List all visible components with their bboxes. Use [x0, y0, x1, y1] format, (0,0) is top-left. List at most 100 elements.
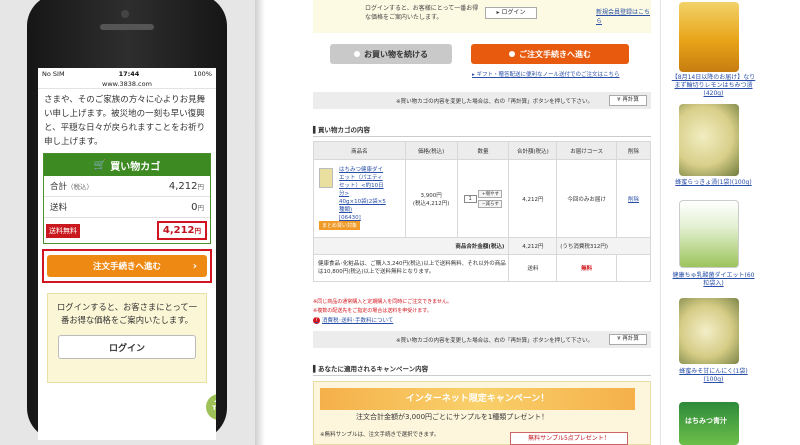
- cart-header: 🛒 買い物カゴ: [44, 154, 210, 176]
- divider-shadow: [255, 0, 265, 445]
- footnote: ※同じ商品の通常購入と定期購入を同時にご注文できません。: [313, 299, 452, 305]
- continue-shopping-button[interactable]: お買い物を続ける: [330, 44, 452, 64]
- shipping-note: 健康食品･化粧品は、ご購入3,240円(税込)以上で送料無料、それ以外の商品は1…: [312, 254, 510, 282]
- product-link[interactable]: 蜂蜜みそ甘にんにく(1袋)(100g): [671, 368, 756, 384]
- desktop-cart-page: ログインすると、お客様にとって一番お得な価格をご案内いたします。 ▸ ログイン …: [265, 0, 660, 445]
- campaign-subtitle: 注文合計金額が3,000円ごとにサンプルを1種類プレゼント！: [356, 413, 549, 421]
- total-row: 送料無料 4,212円: [44, 218, 210, 243]
- product-image[interactable]: [679, 200, 739, 268]
- campaign-box: インターネット限定キャンペーン！ 注文合計金額が3,000円ごとにサンプルを1種…: [313, 381, 651, 445]
- product-image[interactable]: [679, 2, 739, 72]
- column-header: 数量: [456, 141, 510, 160]
- bulk-buy-tag: まとめ買い対象: [319, 221, 361, 230]
- product-thumbnail[interactable]: [319, 168, 333, 188]
- login-notice: ログインすると、お客様にとって一番お得な価格をご案内いたします。 ▸ ログイン …: [313, 0, 651, 33]
- carrier-label: No SIM: [42, 70, 65, 78]
- cart-section-title: ▌買い物カゴの内容: [313, 124, 651, 137]
- register-link[interactable]: 新規会員登録はこちら: [596, 7, 651, 25]
- subtotal-row: 合計（税込） 4,212円: [44, 176, 210, 197]
- delete-link[interactable]: 削除: [628, 197, 639, 203]
- quantity-cell: 1 +増やす −減らす: [456, 159, 510, 238]
- table-header-row: 商品名 価格(税込) 数量 合計額(税込) お届けコース 削除: [313, 141, 651, 160]
- sum-row: 商品合計金額(税込) 4,212円 (うち消費税312円): [312, 237, 651, 255]
- empty-cell: [616, 254, 651, 282]
- column-header: 価格(税込): [404, 141, 458, 160]
- phone-screen: No SIM 17:44 100% www.3838.com さまや、そのご家族…: [38, 68, 216, 440]
- delete-cell: 削除: [616, 159, 651, 238]
- back-to-top-button[interactable]: TOP: [206, 394, 216, 420]
- checkout-button[interactable]: 注文手続きへ進む ›: [47, 255, 207, 277]
- speaker-grille: [100, 24, 154, 30]
- battery-indicator: 100%: [193, 70, 212, 78]
- checkout-highlight: 注文手続きへ進む ›: [42, 249, 212, 283]
- continue-label: お買い物を続ける: [364, 49, 428, 59]
- recalc-bar-bottom: ※買い物カゴの内容を変更した場合は、右の「再計算」ボタンを押して下さい。 ¥ 再…: [313, 331, 651, 348]
- product-sidebar: 【8月14日以降のお届け】なりまず輪切りレモンはちみつ漬(420g) 蜂蜜らっき…: [660, 0, 800, 445]
- cart-table: 商品名 価格(税込) 数量 合計額(税込) お届けコース 削除 はちみつ健康ダイ…: [312, 141, 651, 282]
- column-header: お届けコース: [556, 141, 618, 160]
- free-shipping-badge: 送料無料: [46, 223, 80, 238]
- increase-qty-button[interactable]: +増やす: [478, 189, 503, 198]
- column-header: 商品名: [313, 141, 406, 160]
- shipping-label: 送料: [50, 203, 68, 213]
- product-image[interactable]: [679, 104, 739, 176]
- recalc-button[interactable]: ¥ 再計算: [609, 95, 647, 106]
- address-bar[interactable]: www.3838.com: [38, 80, 216, 89]
- bullet-icon: [354, 51, 360, 57]
- recalc-button[interactable]: ¥ 再計算: [609, 334, 647, 345]
- campaign-banner: インターネット限定キャンペーン！: [320, 388, 635, 410]
- status-bar: No SIM 17:44 100%: [38, 68, 216, 80]
- recalc-bar-top: ※買い物カゴの内容を変更した場合は、右の「再計算」ボタンを押して下さい。 ¥ 再…: [313, 92, 651, 109]
- shipping-value: 無料: [556, 254, 618, 282]
- campaign-section-title: ▌あなたに適用されるキャンペーン内容: [313, 363, 651, 376]
- phone-frame: No SIM 17:44 100% www.3838.com さまや、そのご家族…: [27, 0, 227, 440]
- clock: 17:44: [118, 70, 140, 78]
- free-sample-badge: 無料サンプル5点プレゼント！: [510, 432, 628, 445]
- tax-shipping-link[interactable]: ? 消費税･送料･手数料について: [313, 316, 393, 324]
- checkout-label: 注文手続きへ進む: [92, 262, 161, 272]
- product-link[interactable]: 健康ちゅ乳酸菌ダイエット(60粒袋入): [671, 272, 756, 288]
- quantity-input[interactable]: 1: [463, 194, 477, 203]
- subtotal-label: 合計（税込）: [50, 182, 94, 192]
- column-header: 削除: [616, 141, 651, 160]
- shipping-row: 送料 0円: [44, 197, 210, 218]
- bullet-icon: [509, 51, 515, 57]
- intro-text: さまや、そのご家族の方々に心よりお見舞い申し上げます。被災地の一刻も早い復興と、…: [44, 95, 206, 147]
- column-header: 合計額(税込): [508, 141, 558, 160]
- gift-order-link[interactable]: ▸ ギフト・贈答配送に便利なノール送付でのご注文はこちら: [472, 70, 620, 78]
- product-package-label: はちみつ青汁: [685, 417, 727, 425]
- recalc-text: ※買い物カゴの内容を変更した場合は、右の「再計算」ボタンを押して下さい。: [396, 338, 593, 344]
- sum-tax: (うち消費税312円): [556, 237, 651, 255]
- sum-value: 4,212円: [508, 237, 558, 255]
- decrease-qty-button[interactable]: −減らす: [478, 199, 503, 208]
- question-icon: ?: [313, 316, 320, 324]
- cart-title: 買い物カゴ: [110, 161, 161, 173]
- login-note: ログインすると、お客さまにとって一番お得な価格をご案内いたします。: [56, 302, 198, 325]
- login-button[interactable]: ログイン: [58, 335, 196, 359]
- notice-login-button[interactable]: ▸ ログイン: [485, 7, 537, 19]
- proceed-checkout-button[interactable]: ご注文手続きへ進む: [471, 44, 629, 64]
- product-link[interactable]: 【8月14日以降のお届け】なりまず輪切りレモンはちみつ漬(420g): [671, 74, 756, 98]
- sum-label: 商品合計金額(税込): [312, 237, 510, 255]
- camera-icon: [121, 10, 129, 18]
- price-cell: 3,900円 (税込4,212円): [404, 159, 458, 238]
- campaign-note: ※無料サンプルは、注文手続きで選択できます。: [320, 432, 440, 438]
- proceed-label: ご注文手続きへ進む: [519, 49, 591, 59]
- product-link[interactable]: はちみつ健康ダイエット（パエティセット）<約10日分> 40g×10袋(2袋×5…: [339, 166, 387, 222]
- recalc-text: ※買い物カゴの内容を変更した場合は、右の「再計算」ボタンを押して下さい。: [396, 99, 593, 105]
- product-cell: はちみつ健康ダイエット（パエティセット）<約10日分> 40g×10袋(2袋×5…: [313, 159, 406, 238]
- shipping-label: 送料: [508, 254, 558, 282]
- table-row: はちみつ健康ダイエット（パエティセット）<約10日分> 40g×10袋(2袋×5…: [313, 159, 651, 238]
- product-image[interactable]: はちみつ青汁: [679, 402, 739, 445]
- login-panel: ログインすると、お客さまにとって一番お得な価格をご案内いたします。 ログイン: [47, 293, 207, 383]
- shipping-value: 0円: [191, 201, 204, 213]
- subtotal-value: 4,212円: [168, 180, 204, 192]
- notice-text: ログインすると、お客様にとって一番お得な価格をご案内いたします。: [365, 5, 479, 21]
- product-link[interactable]: 蜂蜜らっきょ漬(1袋)(100g): [671, 179, 756, 187]
- product-image[interactable]: [679, 298, 739, 364]
- cart-icon: 🛒: [93, 159, 107, 171]
- footnote: ※複数の配送先をご指定の場合は送料を申受けます。: [313, 308, 432, 314]
- chevron-right-icon: ›: [192, 260, 197, 272]
- line-total-cell: 4,212円: [508, 159, 558, 238]
- mobile-cart-summary: 🛒 買い物カゴ 合計（税込） 4,212円 送料 0円 送料無料 4,212円: [43, 153, 211, 244]
